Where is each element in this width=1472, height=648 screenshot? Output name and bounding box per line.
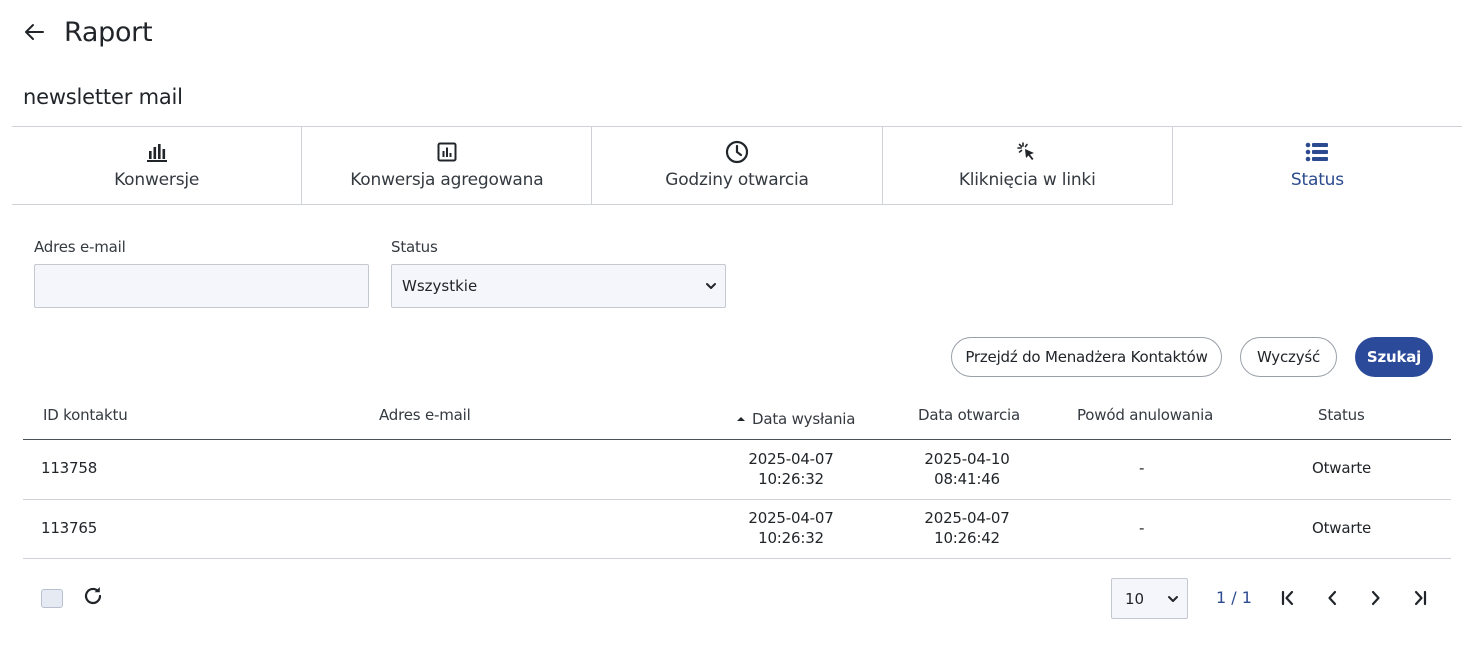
email-filter-label: Adres e-mail xyxy=(34,238,126,256)
column-toggle-button[interactable] xyxy=(41,589,63,608)
cell-contact-id: 113765 xyxy=(41,519,98,537)
column-header-status[interactable]: Status xyxy=(1318,406,1365,424)
report-name: newsletter mail xyxy=(23,85,183,109)
clear-button[interactable]: Wyczyść xyxy=(1240,337,1337,377)
page-size-value: 10 xyxy=(1125,589,1145,608)
chevron-down-icon xyxy=(1168,596,1178,602)
cell-open-date: 2025-04-07 10:26:42 xyxy=(907,508,1027,548)
chevron-down-icon xyxy=(706,283,716,289)
arrow-left-icon xyxy=(25,24,44,40)
tab-klikniecia-w-linki[interactable]: Kliknięcia w linki xyxy=(882,127,1173,205)
sort-asc-icon xyxy=(737,417,745,421)
page-title: Raport xyxy=(64,16,153,48)
tab-label: Konwersje xyxy=(114,170,200,190)
refresh-button[interactable] xyxy=(82,585,104,607)
report-tabs: Konwersje Konwersja agregowana Godziny o… xyxy=(12,126,1462,205)
sent-date: 2025-04-07 xyxy=(748,509,834,527)
cell-cancel-reason: - xyxy=(1139,519,1145,537)
email-filter-input[interactable] xyxy=(34,264,369,308)
open-date: 2025-04-07 xyxy=(924,509,1010,527)
row-divider xyxy=(23,558,1451,559)
column-header-open-date[interactable]: Data otwarcia xyxy=(918,406,1020,424)
column-header-email[interactable]: Adres e-mail xyxy=(379,406,471,424)
chevron-left-icon xyxy=(1328,590,1337,606)
contacts-manager-button[interactable]: Przejdź do Menadżera Kontaktów xyxy=(951,337,1222,377)
page-info: 1 / 1 xyxy=(1216,588,1252,607)
table-header-divider xyxy=(23,439,1451,440)
refresh-icon xyxy=(84,587,102,605)
sent-time: 10:26:32 xyxy=(758,470,824,488)
search-button[interactable]: Szukaj xyxy=(1355,337,1433,377)
column-header-cancel-reason[interactable]: Powód anulowania xyxy=(1077,406,1213,424)
page-size-select[interactable]: 10 xyxy=(1111,578,1188,619)
back-button[interactable] xyxy=(22,20,46,44)
last-page-button[interactable] xyxy=(1408,586,1432,610)
column-header-label: Data wysłania xyxy=(752,410,856,428)
column-header-sent-date[interactable]: Data wysłania xyxy=(736,410,855,428)
chart-box-icon xyxy=(437,139,457,165)
clock-icon xyxy=(725,139,749,165)
page-header: Raport xyxy=(22,14,153,50)
tab-godziny-otwarcia[interactable]: Godziny otwarcia xyxy=(592,127,883,205)
tab-label: Konwersja agregowana xyxy=(350,170,544,190)
cell-sent-date: 2025-04-07 10:26:32 xyxy=(731,449,851,489)
cell-sent-date: 2025-04-07 10:26:32 xyxy=(731,508,851,548)
open-time: 10:26:42 xyxy=(934,529,1000,547)
cell-contact-id: 113758 xyxy=(41,459,98,477)
cell-open-date: 2025-04-10 08:41:46 xyxy=(907,449,1027,489)
tab-label: Kliknięcia w linki xyxy=(958,170,1096,190)
first-page-button[interactable] xyxy=(1276,586,1300,610)
next-page-button[interactable] xyxy=(1364,586,1388,610)
last-page-icon xyxy=(1414,590,1427,606)
open-time: 08:41:46 xyxy=(934,470,1000,488)
sent-time: 10:26:32 xyxy=(758,529,824,547)
tab-konwersja-agregowana[interactable]: Konwersja agregowana xyxy=(302,127,593,205)
tab-konwersje[interactable]: Konwersje xyxy=(12,127,303,205)
bar-chart-icon xyxy=(146,139,168,165)
open-date: 2025-04-10 xyxy=(924,450,1010,468)
tab-label: Status xyxy=(1290,170,1344,190)
status-filter-select[interactable]: Wszystkie xyxy=(391,264,726,308)
cell-status: Otwarte xyxy=(1312,519,1372,537)
row-divider xyxy=(23,499,1451,500)
status-filter-label: Status xyxy=(391,238,438,256)
previous-page-button[interactable] xyxy=(1320,586,1344,610)
first-page-icon xyxy=(1281,590,1294,606)
list-icon xyxy=(1305,139,1329,165)
status-select-value: Wszystkie xyxy=(402,277,478,295)
cell-status: Otwarte xyxy=(1312,459,1372,477)
cell-cancel-reason: - xyxy=(1139,459,1145,477)
cursor-click-icon xyxy=(1016,139,1038,165)
tab-label: Godziny otwarcia xyxy=(665,170,809,190)
column-header-id[interactable]: ID kontaktu xyxy=(43,406,128,424)
chevron-right-icon xyxy=(1371,590,1380,606)
tab-status[interactable]: Status xyxy=(1173,127,1462,205)
sent-date: 2025-04-07 xyxy=(748,450,834,468)
